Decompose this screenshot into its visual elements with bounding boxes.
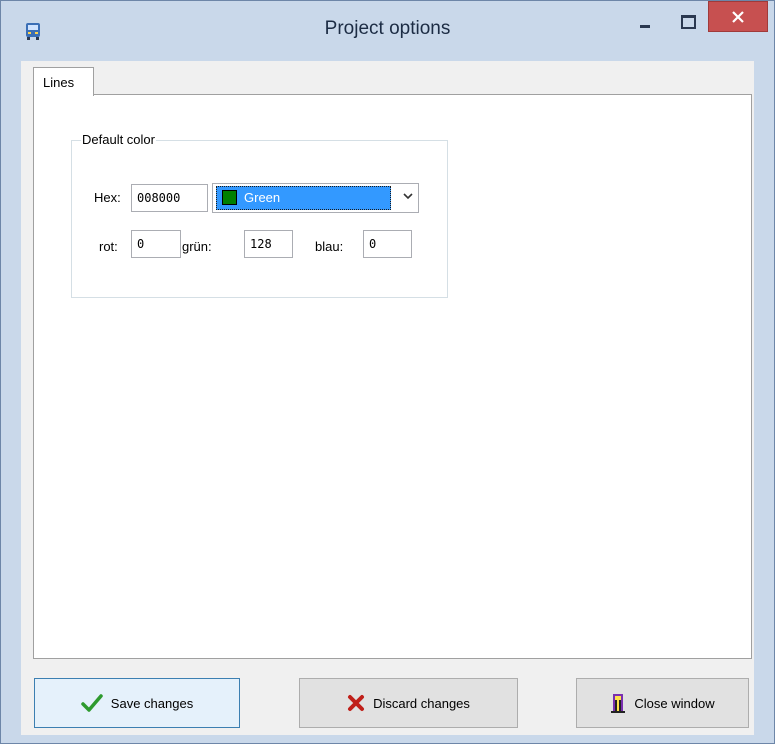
- green-label: grün:: [182, 239, 212, 254]
- blue-label: blau:: [315, 239, 344, 254]
- minimize-icon: [640, 24, 650, 28]
- tab-panel-lines: Default color Hex: 008000 Green rot: 0 g…: [33, 94, 752, 659]
- color-name: Green: [244, 190, 281, 205]
- title-bar[interactable]: Project options: [1, 1, 774, 63]
- close-button[interactable]: [708, 1, 768, 32]
- hex-label: Hex:: [94, 190, 121, 205]
- discard-changes-button[interactable]: Discard changes: [299, 678, 518, 728]
- client-area: Lines Default color Hex: 008000 Green ro…: [21, 61, 754, 735]
- save-changes-button[interactable]: Save changes: [34, 678, 240, 728]
- close-window-label: Close window: [634, 695, 715, 711]
- default-color-group-label: Default color: [81, 132, 156, 147]
- save-changes-label: Save changes: [110, 695, 194, 711]
- close-icon: [732, 10, 744, 23]
- maximize-icon: [680, 15, 696, 29]
- default-color-group: Default color Hex: 008000 Green rot: 0 g…: [71, 132, 448, 298]
- checkmark-icon: [81, 693, 103, 713]
- color-dropdown[interactable]: Green: [212, 183, 419, 213]
- red-field[interactable]: 0: [131, 230, 181, 258]
- discard-changes-label: Discard changes: [373, 695, 470, 711]
- hex-field[interactable]: 008000: [131, 184, 208, 212]
- exit-door-icon: [610, 692, 626, 714]
- green-field[interactable]: 128: [244, 230, 293, 258]
- project-options-window: Project options Lines Default color Hex:…: [0, 0, 775, 744]
- tab-label: Lines: [43, 75, 75, 90]
- minimize-button[interactable]: [630, 6, 660, 38]
- tab-lines[interactable]: Lines: [33, 67, 94, 96]
- close-window-button[interactable]: Close window: [576, 678, 749, 728]
- color-dropdown-selected: Green: [216, 186, 391, 210]
- maximize-button[interactable]: [673, 6, 703, 38]
- chevron-down-icon[interactable]: [403, 193, 413, 200]
- x-cross-icon: [347, 694, 365, 712]
- color-swatch: [222, 190, 237, 205]
- red-label: rot:: [99, 239, 118, 254]
- blue-field[interactable]: 0: [363, 230, 412, 258]
